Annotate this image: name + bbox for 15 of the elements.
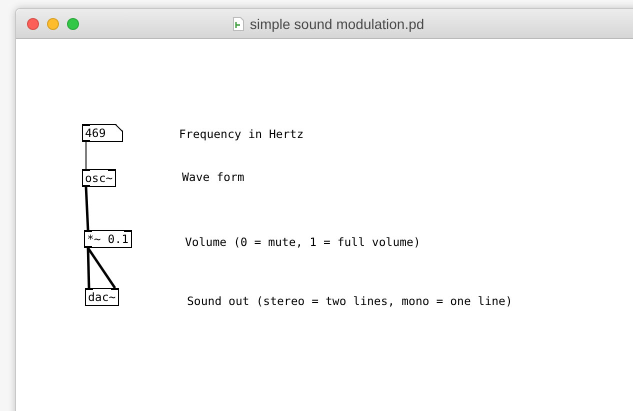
object-box[interactable]: dac~ <box>85 288 119 306</box>
object-box[interactable]: *~ 0.1 <box>84 230 132 248</box>
comment-text: Sound out (stereo = two lines, mono = one line) <box>187 294 512 308</box>
box-corner-icon <box>115 124 123 132</box>
object-box[interactable]: osc~ <box>82 169 116 187</box>
window-title: simple sound modulation.pd <box>250 16 424 32</box>
comment-text: Volume (0 = mute, 1 = full volume) <box>185 235 420 249</box>
comment-text: Frequency in Hertz <box>179 127 304 141</box>
zoom-button[interactable] <box>67 18 79 30</box>
document-icon <box>232 16 244 30</box>
minimize-button[interactable] <box>47 18 59 30</box>
comment-text: Wave form <box>182 170 244 184</box>
signal-connection <box>84 186 90 230</box>
close-button[interactable] <box>27 18 39 30</box>
number-box[interactable]: 469 <box>82 124 123 142</box>
